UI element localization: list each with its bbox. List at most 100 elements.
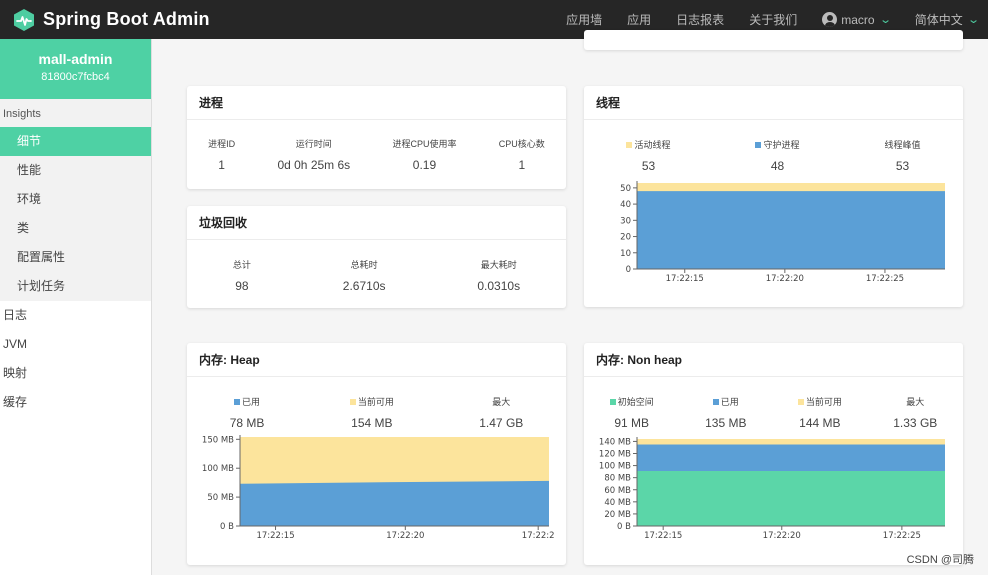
area-series-1 [240,480,549,526]
process-card: 进程 进程ID 1 运行时间 0d 0h 25m 6s 进程CPU使用率 0.1… [187,86,566,189]
stat-value: 98 [235,279,249,293]
nav-journal[interactable]: 日志报表 [676,11,724,28]
stat-label: 已用 [242,397,261,407]
sidebar: mall-admin 81800c7fcbc4 Insights 细节 性能 环… [0,39,152,575]
sidebar-group-insights[interactable]: Insights [0,99,151,127]
x-tick-label: 17:22:25 [883,531,921,541]
stat-value: 1 [518,158,526,172]
sidebar-item-environment[interactable]: 环境 [0,185,151,214]
stat-nonheap-max: 最大 1.33 GB [893,395,937,430]
stat-label: 初始空间 [617,397,654,407]
legend-swatch [349,398,356,405]
y-tick-label: 150 MB [202,435,234,445]
y-tick-label: 50 [620,184,631,194]
user-icon [822,12,838,27]
y-tick-label: 0 B [220,522,234,532]
stat-heap-used: 已用 78 MB [230,395,265,430]
x-tick-label: 17:22:15 [256,531,294,541]
sidebar-item-beans[interactable]: 类 [0,214,151,243]
stat-value: 2.6710s [342,279,386,293]
nonheap-stats: 初始空间 91 MB 已用 135 MB 当前可用 144 MB 最大 1.33… [584,377,963,430]
y-tick-label: 0 B [617,522,631,532]
stat-label: 活动线程 [634,140,671,150]
stat-gc-total-time: 总耗时 2.6710s [343,258,386,293]
watermark: CSDN @司腾 [906,554,974,566]
user-menu[interactable]: macro ⌄ [822,12,892,27]
stat-value: 0d 0h 25m 6s [277,158,351,172]
card-title: 进程 [187,86,566,120]
stat-label: 进程ID [208,139,236,149]
stat-cpu-usage: 进程CPU使用率 0.19 [392,137,456,172]
sidebar-item-caches[interactable]: 缓存 [0,388,151,417]
y-tick-label: 0 [626,265,631,275]
y-tick-label: 20 [620,233,631,243]
x-tick-label: 17:22:15 [644,531,682,541]
scrolled-card [584,30,963,50]
stat-value: 0.0310s [477,279,521,293]
stat-label: 总耗时 [350,260,378,270]
stat-label: 守护进程 [763,140,800,150]
card-title: 线程 [584,86,963,120]
stat-peak-threads: 线程峰值 53 [884,138,920,173]
sidebar-item-mappings[interactable]: 映射 [0,359,151,388]
stat-cpu-count: CPU核心数 1 [499,137,545,172]
y-tick-label: 60 MB [604,486,631,496]
y-tick-label: 100 MB [202,464,234,474]
stat-value: 1.47 GB [479,416,524,430]
stat-value: 0.19 [412,158,437,172]
stat-value: 1 [218,158,225,172]
stat-heap-committed: 当前可用 154 MB [349,395,394,430]
stat-pid: 进程ID 1 [208,137,235,172]
brand[interactable]: Spring Boot Admin [12,8,210,32]
x-tick-label: 17:22:2 [522,531,555,541]
card-title: 内存: Heap [187,343,566,377]
stat-nonheap-init: 初始空间 91 MB [609,395,654,430]
legend-swatch [797,398,804,405]
sidebar-item-logging[interactable]: 日志 [0,301,151,330]
card-title: 内存: Non heap [584,343,963,377]
insights-group: Insights 细节 性能 环境 类 配置属性 计划任务 [0,99,151,301]
y-tick-label: 120 MB [599,450,631,460]
legend-committed: 当前可用 [349,395,394,408]
heap-chart: 0 B 50 MB 100 MB 150 MB 17:22:15 17:22:20 17:2… [202,435,555,541]
stat-label: 进程CPU使用率 [392,139,457,149]
stat-nonheap-used: 已用 135 MB [705,395,746,430]
stat-label: 运行时间 [295,139,332,149]
area-series-1 [637,191,945,269]
sidebar-item-scheduledtasks[interactable]: 计划任务 [0,272,151,301]
legend-swatch [755,141,762,148]
heap-stats: 已用 78 MB 当前可用 154 MB 最大 1.47 GB [187,377,566,430]
user-name: macro [841,12,875,27]
legend-committed: 当前可用 [797,395,842,408]
nav-applications[interactable]: 应用 [627,11,651,28]
stat-live-threads: 活动线程 53 [626,138,671,173]
y-tick-label: 50 MB [207,493,234,503]
stat-value: 135 MB [705,416,747,430]
legend-daemon: 守护进程 [755,138,800,151]
language-menu[interactable]: 简体中文 ⌄ [914,11,980,28]
legend-used: 已用 [705,395,746,408]
card-title: 垃圾回收 [187,206,566,240]
x-tick-label: 17:22:20 [386,531,424,541]
instance-card[interactable]: mall-admin 81800c7fcbc4 [0,39,151,99]
stat-label: 总计 [232,260,251,270]
sidebar-item-details[interactable]: 细节 [0,127,151,156]
spring-boot-admin-logo-icon [14,8,34,31]
language-label: 简体中文 [914,13,963,27]
stat-label: 当前可用 [805,397,842,407]
legend-used: 已用 [230,395,265,408]
legend-live: 活动线程 [626,138,671,151]
nav-wallboard[interactable]: 应用墙 [566,11,602,28]
nav-about[interactable]: 关于我们 [749,11,797,28]
sidebar-item-metrics[interactable]: 性能 [0,156,151,185]
stat-daemon-threads: 守护进程 48 [755,138,800,173]
stat-label: CPU核心数 [498,139,545,149]
sidebar-item-jvm[interactable]: JVM [0,330,151,359]
x-tick-label: 17:22:20 [763,531,801,541]
stat-value: 78 MB [229,416,265,430]
y-tick-label: 100 MB [599,462,631,472]
y-tick-label: 20 MB [604,510,631,520]
sidebar-item-configprops[interactable]: 配置属性 [0,243,151,272]
gc-card: 垃圾回收 总计 98 总耗时 2.6710s 最大耗时 0.0310s [187,206,566,308]
stat-value: 48 [770,159,785,173]
